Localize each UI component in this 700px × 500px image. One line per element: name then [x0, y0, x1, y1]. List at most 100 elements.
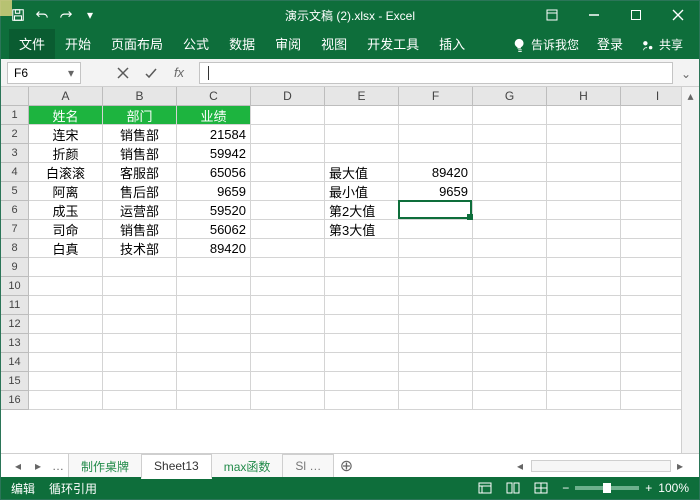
sheet-nav-next[interactable]: ▸: [29, 457, 47, 475]
stat-label-cell[interactable]: 最大值: [325, 163, 399, 182]
empty-cell[interactable]: [473, 258, 547, 277]
header-cell[interactable]: 业绩: [177, 106, 251, 125]
empty-cell[interactable]: [473, 334, 547, 353]
column-header[interactable]: D: [251, 87, 325, 106]
vertical-scrollbar[interactable]: ▴: [681, 87, 699, 453]
data-cell[interactable]: 白真: [29, 239, 103, 258]
data-cell[interactable]: 成玉: [29, 201, 103, 220]
row-header[interactable]: 4: [1, 163, 29, 182]
empty-cell[interactable]: [103, 277, 177, 296]
data-cell[interactable]: 白滚滚: [29, 163, 103, 182]
column-header[interactable]: E: [325, 87, 399, 106]
empty-cell[interactable]: [325, 144, 399, 163]
data-cell[interactable]: 运营部: [103, 201, 177, 220]
empty-cell[interactable]: [29, 372, 103, 391]
data-cell[interactable]: 技术部: [103, 239, 177, 258]
empty-cell[interactable]: [251, 106, 325, 125]
sheet-tab[interactable]: max函数: [211, 453, 284, 479]
empty-cell[interactable]: [473, 353, 547, 372]
zoom-out-button[interactable]: −: [562, 481, 569, 495]
empty-cell[interactable]: [325, 315, 399, 334]
empty-cell[interactable]: [399, 315, 473, 334]
stat-label-cell[interactable]: 第2大值: [325, 201, 399, 220]
column-header[interactable]: B: [103, 87, 177, 106]
empty-cell[interactable]: [547, 125, 621, 144]
empty-cell[interactable]: [547, 182, 621, 201]
empty-cell[interactable]: [325, 106, 399, 125]
empty-cell[interactable]: [325, 258, 399, 277]
sheet-nav-menu[interactable]: …: [49, 457, 67, 475]
data-cell[interactable]: 56062: [177, 220, 251, 239]
empty-cell[interactable]: [547, 315, 621, 334]
hscroll-left[interactable]: ◂: [511, 457, 529, 475]
row-header[interactable]: 13: [1, 334, 29, 353]
tab-review[interactable]: 审阅: [265, 28, 311, 59]
row-header[interactable]: 7: [1, 220, 29, 239]
hscroll-right[interactable]: ▸: [671, 457, 689, 475]
name-box[interactable]: F6▾: [7, 62, 81, 84]
empty-cell[interactable]: [177, 258, 251, 277]
undo-icon[interactable]: [31, 4, 53, 26]
empty-cell[interactable]: [251, 296, 325, 315]
empty-cell[interactable]: [547, 334, 621, 353]
empty-cell[interactable]: [251, 163, 325, 182]
empty-cell[interactable]: [251, 144, 325, 163]
row-header[interactable]: 11: [1, 296, 29, 315]
empty-cell[interactable]: [473, 182, 547, 201]
data-cell[interactable]: 连宋: [29, 125, 103, 144]
data-cell[interactable]: 89420: [177, 239, 251, 258]
row-header[interactable]: 15: [1, 372, 29, 391]
sheet-tab[interactable]: Sl …: [282, 454, 334, 477]
stat-value-cell[interactable]: [399, 201, 473, 220]
column-header[interactable]: C: [177, 87, 251, 106]
empty-cell[interactable]: [177, 315, 251, 334]
empty-cell[interactable]: [473, 372, 547, 391]
row-header[interactable]: 14: [1, 353, 29, 372]
empty-cell[interactable]: [325, 296, 399, 315]
data-cell[interactable]: 59520: [177, 201, 251, 220]
cancel-formula-button[interactable]: [109, 62, 137, 84]
empty-cell[interactable]: [103, 334, 177, 353]
data-cell[interactable]: 售后部: [103, 182, 177, 201]
data-cell[interactable]: 21584: [177, 125, 251, 144]
row-header[interactable]: 1: [1, 106, 29, 125]
horizontal-scrollbar[interactable]: [531, 460, 671, 472]
login-link[interactable]: 登录: [587, 28, 633, 59]
empty-cell[interactable]: [473, 163, 547, 182]
empty-cell[interactable]: [399, 125, 473, 144]
empty-cell[interactable]: [473, 296, 547, 315]
empty-cell[interactable]: [251, 391, 325, 410]
empty-cell[interactable]: [547, 353, 621, 372]
share-button[interactable]: 共享: [633, 30, 691, 59]
empty-cell[interactable]: [251, 220, 325, 239]
stat-label-cell[interactable]: 第3大值: [325, 220, 399, 239]
empty-cell[interactable]: [473, 220, 547, 239]
empty-cell[interactable]: [103, 296, 177, 315]
data-cell[interactable]: 59942: [177, 144, 251, 163]
zoom-in-button[interactable]: +: [645, 481, 652, 495]
header-cell[interactable]: 部门: [103, 106, 177, 125]
empty-cell[interactable]: [547, 258, 621, 277]
empty-cell[interactable]: [251, 239, 325, 258]
empty-cell[interactable]: [473, 315, 547, 334]
tab-view[interactable]: 视图: [311, 28, 357, 59]
empty-cell[interactable]: [325, 372, 399, 391]
zoom-slider[interactable]: [575, 486, 639, 490]
empty-cell[interactable]: [399, 277, 473, 296]
empty-cell[interactable]: [547, 296, 621, 315]
empty-cell[interactable]: [251, 334, 325, 353]
data-cell[interactable]: 65056: [177, 163, 251, 182]
tab-layout[interactable]: 页面布局: [101, 28, 173, 59]
empty-cell[interactable]: [399, 239, 473, 258]
empty-cell[interactable]: [251, 201, 325, 220]
data-cell[interactable]: 折颜: [29, 144, 103, 163]
row-header[interactable]: 12: [1, 315, 29, 334]
close-button[interactable]: [657, 1, 699, 29]
empty-cell[interactable]: [103, 391, 177, 410]
empty-cell[interactable]: [177, 353, 251, 372]
empty-cell[interactable]: [473, 391, 547, 410]
empty-cell[interactable]: [29, 315, 103, 334]
empty-cell[interactable]: [251, 372, 325, 391]
minimize-button[interactable]: [573, 1, 615, 29]
empty-cell[interactable]: [325, 277, 399, 296]
